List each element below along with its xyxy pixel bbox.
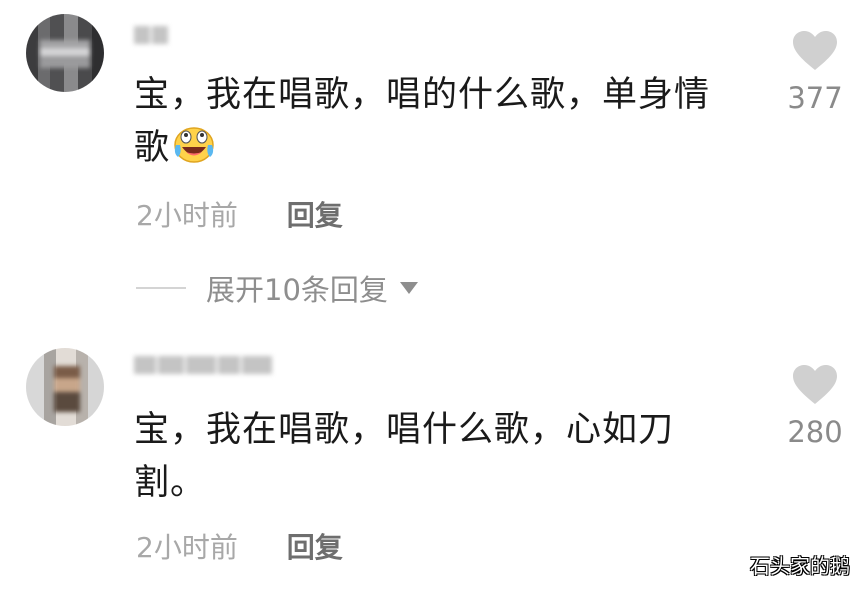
username-blurred[interactable] <box>134 356 274 378</box>
comment-text-line: 割。 <box>134 463 207 503</box>
timestamp: 2小时前 <box>136 531 238 564</box>
comment-text-line: 宝，我在唱歌，唱什么歌，心如刀 <box>134 410 675 450</box>
comment-text-line: 宝，我在唱歌，唱的什么歌，单身情 <box>134 75 711 115</box>
heart-icon <box>793 365 837 404</box>
avatar[interactable] <box>26 14 104 92</box>
comment-meta: 2小时前 回复 <box>136 530 343 566</box>
avatar[interactable] <box>26 348 104 426</box>
like-button[interactable]: 377 <box>778 30 852 116</box>
divider-line <box>136 287 186 289</box>
reply-button[interactable]: 回复 <box>287 199 343 232</box>
triangle-down-icon <box>399 282 418 294</box>
username-blurred[interactable] <box>134 26 170 48</box>
comment-text-line: 歌 <box>134 128 171 168</box>
comment-item: 宝，我在唱歌，唱什么歌，心如刀 割。 2小时前 回复 280 <box>0 340 862 591</box>
comment-text: 宝，我在唱歌，唱什么歌，心如刀 割。 <box>134 404 734 510</box>
like-count: 280 <box>787 415 843 449</box>
reply-button[interactable]: 回复 <box>287 531 343 564</box>
comment-meta: 2小时前 回复 <box>136 198 343 234</box>
laughing-crying-emoji-icon <box>174 127 214 163</box>
comment-text: 宝，我在唱歌，唱的什么歌，单身情 歌 <box>134 69 734 175</box>
heart-icon <box>793 31 837 70</box>
expand-replies-button[interactable]: 展开10条回复 <box>136 270 418 307</box>
like-count: 377 <box>787 81 843 115</box>
expand-replies-label: 展开10条回复 <box>206 273 388 307</box>
watermark-text: 石头家的鹅 <box>750 554 850 578</box>
comment-item: 宝，我在唱歌，唱的什么歌，单身情 歌 2小时前 回复 展开10条回复 377 <box>0 0 862 330</box>
like-button[interactable]: 280 <box>778 364 852 450</box>
timestamp: 2小时前 <box>136 199 238 232</box>
